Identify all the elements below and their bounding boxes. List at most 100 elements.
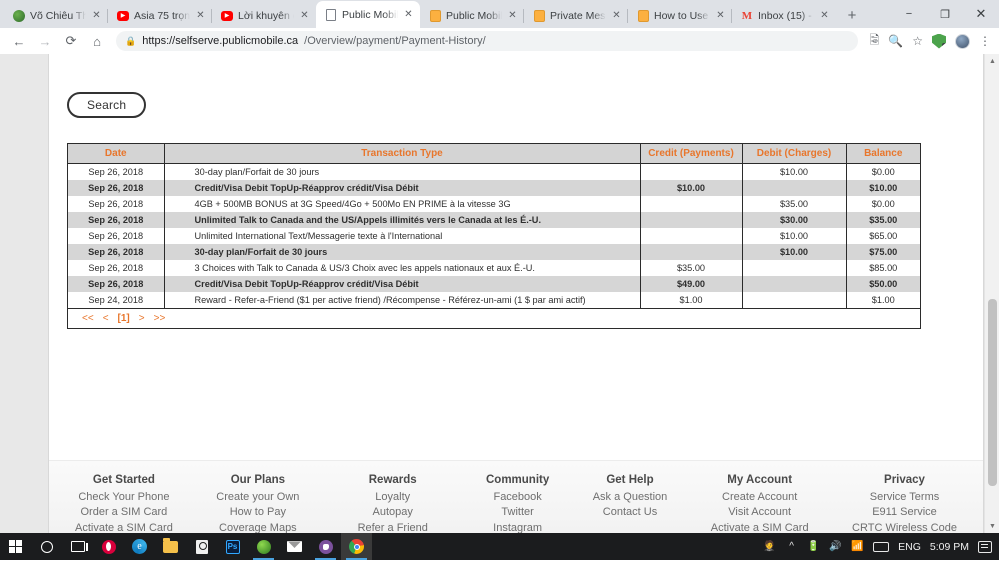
search-button[interactable]: Search [67,92,147,118]
reload-icon[interactable]: ⟳ [60,30,82,52]
cell-balance: $85.00 [869,263,898,273]
cell-transaction-type: Credit/Visa Debit TopUp-Réapprov crédit/… [164,276,641,292]
browser-tab[interactable]: ▶ Lời khuyên dà ✕ [211,3,316,28]
home-icon[interactable]: ⌂ [86,30,108,52]
taskbar-app-file-explorer[interactable] [155,533,186,560]
pagination-next[interactable]: > [139,313,145,324]
footer-link[interactable]: Contact Us [593,505,668,520]
window-close-button[interactable]: ✕ [963,0,999,28]
footer-link[interactable]: Ask a Question [593,490,668,505]
new-tab-button[interactable]: + [839,2,865,28]
footer-link[interactable]: Activate a SIM Card [75,521,173,533]
footer-column-get-help: Get Help Ask a Question Contact Us [593,474,668,533]
footer-link[interactable]: Check Your Phone [75,490,173,505]
column-header-debit[interactable]: Debit (Charges) [742,144,847,164]
pagination-first[interactable]: << [82,313,94,324]
table-row: Sep 24, 2018 Reward - Refer-a-Friend ($1… [68,292,920,308]
taskbar-app-mail[interactable] [279,533,310,560]
scroll-up-arrow-icon[interactable]: ▲ [985,54,999,68]
extension-shield-icon[interactable]: 2 [932,33,946,49]
footer-link[interactable]: Activate a SIM Card [711,521,809,533]
footer-link[interactable]: Create Account [711,490,809,505]
browser-tab[interactable]: ▶ Asia 75 trọn bộ ✕ [107,3,212,28]
store-bag-icon [195,539,208,554]
zoom-search-icon[interactable]: 🔍 [888,34,903,48]
tab-close-icon[interactable]: ✕ [819,10,830,21]
footer-link[interactable]: Loyalty [343,490,443,505]
avatar[interactable] [955,33,970,49]
translate-icon[interactable]: 🗟 [870,31,880,52]
tab-close-icon[interactable]: ✕ [91,10,102,21]
tab-close-icon[interactable]: ✕ [611,10,622,21]
pagination-last[interactable]: >> [154,313,166,324]
battery-icon[interactable]: 🔋 [807,541,820,552]
cell-credit: $35.00 [640,260,743,276]
window-controls: − ❐ ✕ [891,0,999,28]
browser-tab[interactable]: Private Messag ✕ [523,3,628,28]
browser-menu-icon[interactable]: ⋮ [979,34,991,48]
people-share-icon[interactable]: 🤵 [763,541,776,552]
column-header-credit[interactable]: Credit (Payments) [640,144,743,164]
column-header-date[interactable]: Date [68,144,165,164]
scrollbar-thumb[interactable] [988,299,997,486]
footer-link[interactable]: Coverage Maps [216,521,299,533]
notifications-icon[interactable] [978,540,992,553]
back-icon[interactable]: ← [8,30,30,52]
minimize-button[interactable]: − [891,0,927,28]
language-indicator[interactable]: ENG [898,541,921,553]
footer-link[interactable]: CRTC Wireless Code [852,521,957,533]
start-button[interactable] [0,533,31,560]
taskbar-app-photoshop[interactable]: Ps [217,533,248,560]
pagination-prev[interactable]: < [103,313,109,324]
browser-tab[interactable]: M Inbox (15) - 05 ✕ [731,3,836,28]
footer-link[interactable]: How to Pay [216,505,299,520]
cortana-search-button[interactable] [31,533,62,560]
tab-close-icon[interactable]: ✕ [715,10,726,21]
footer-link[interactable]: Facebook [486,490,549,505]
pagination-current-page[interactable]: [1] [118,313,130,324]
taskbar-app-chrome[interactable] [341,533,372,560]
browser-toolbar: ← → ⟳ ⌂ 🔒 https://selfserve.publicmobile… [0,28,999,54]
footer-link[interactable]: Autopay [343,505,443,520]
keyboard-icon[interactable] [873,541,890,552]
payment-history-table: Date Transaction Type Credit (Payments) … [68,144,920,308]
task-view-button[interactable] [62,533,93,560]
footer-heading: Rewards [368,474,417,486]
wifi-icon[interactable]: 📶 [851,541,864,552]
maximize-button[interactable]: ❐ [927,0,963,28]
address-bar[interactable]: 🔒 https://selfserve.publicmobile.ca/Over… [116,31,858,51]
footer-link[interactable]: Instagram [486,521,549,533]
scroll-down-arrow-icon[interactable]: ▼ [985,519,999,533]
tab-close-icon[interactable]: ✕ [195,10,206,21]
footer-link[interactable]: Service Terms [852,490,957,505]
vertical-scrollbar[interactable]: ▲ ▼ [984,54,999,533]
footer-link[interactable]: Refer a Friend [343,521,443,533]
footer-link[interactable]: Order a SIM Card [75,505,173,520]
browser-tab[interactable]: How to Use th ✕ [627,3,732,28]
tab-close-icon[interactable]: ✕ [507,10,518,21]
taskbar-app-viber[interactable] [310,533,341,560]
taskbar-app-opera[interactable] [93,533,124,560]
browser-tab[interactable]: Võ Chiêu Thần ✕ [4,3,108,28]
footer-link[interactable]: E911 Service [852,505,957,520]
tab-close-icon[interactable]: ✕ [299,10,310,21]
footer-link[interactable]: Twitter [486,505,549,520]
browser-tab-active[interactable]: Public Mobile ✕ [316,1,420,28]
tab-close-icon[interactable]: ✕ [403,9,414,20]
cell-debit [742,276,847,292]
show-hidden-icons-chevron-icon[interactable]: ^ [785,541,798,552]
taskbar-app-green[interactable] [248,533,279,560]
bookmark-star-icon[interactable]: ☆ [912,34,923,48]
forward-icon[interactable]: → [34,30,56,52]
column-header-balance[interactable]: Balance [846,144,920,164]
taskbar-app-edge[interactable]: e [124,533,155,560]
column-header-transaction-type[interactable]: Transaction Type [164,144,641,164]
clock[interactable]: 5:09 PM [930,541,969,553]
footer-link[interactable]: Create your Own [216,490,299,505]
cell-debit: $10.00 [742,163,847,180]
taskbar-app-store[interactable] [186,533,217,560]
cell-debit [742,260,847,276]
volume-icon[interactable]: 🔊 [829,541,842,552]
footer-link[interactable]: Visit Account [711,505,809,520]
browser-tab[interactable]: Public Mobile ✕ [420,3,524,28]
